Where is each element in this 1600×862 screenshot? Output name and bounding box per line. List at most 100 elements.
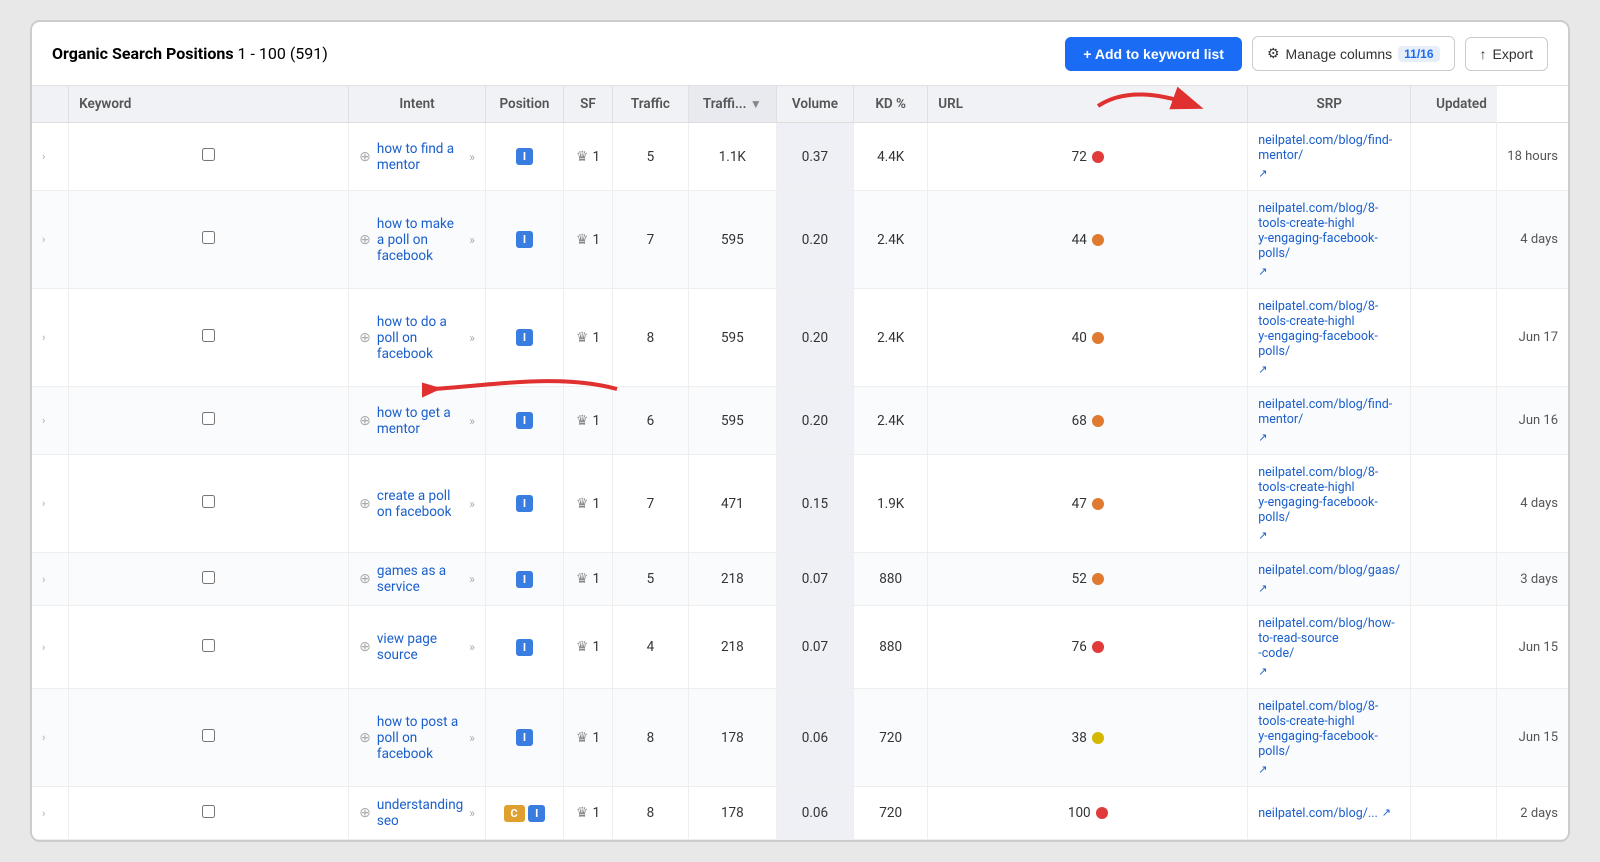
row-checkbox[interactable] bbox=[202, 805, 215, 818]
url-link[interactable]: neilpatel.com/blog/8-tools-create-highly… bbox=[1258, 465, 1400, 525]
keyword-arrows: » bbox=[469, 497, 475, 511]
external-link-icon[interactable]: ↗ bbox=[1258, 167, 1267, 180]
url-link[interactable]: neilpatel.com/blog/how-to-read-source-co… bbox=[1258, 616, 1400, 661]
expand-arrow[interactable]: › bbox=[32, 289, 69, 387]
traffic-pct-cell: 0.06 bbox=[776, 689, 853, 787]
url-cell: neilpatel.com/blog/... ↗ bbox=[1248, 787, 1411, 840]
keyword-link[interactable]: understanding seo bbox=[377, 797, 463, 829]
table-body: › ⊕ how to find a mentor » I ♛ 1 5 1.1K … bbox=[32, 123, 1568, 840]
url-link[interactable]: neilpatel.com/blog/8-tools-create-highly… bbox=[1258, 699, 1400, 759]
keyword-cell: ⊕ view page source » bbox=[349, 606, 486, 689]
url-link[interactable]: neilpatel.com/blog/8-tools-create-highly… bbox=[1258, 201, 1400, 261]
expand-arrow[interactable]: › bbox=[32, 553, 69, 606]
traffic-cell: 595 bbox=[688, 191, 776, 289]
keyword-link[interactable]: view page source bbox=[377, 631, 463, 663]
row-checkbox[interactable] bbox=[202, 729, 215, 742]
position-cell: ♛ 1 bbox=[563, 689, 612, 787]
manage-columns-button[interactable]: ⚙ Manage columns 11/16 bbox=[1252, 36, 1455, 71]
external-link-icon[interactable]: ↗ bbox=[1258, 431, 1267, 444]
external-link-icon[interactable]: ↗ bbox=[1382, 806, 1391, 819]
url-cell: neilpatel.com/blog/gaas/ ↗ bbox=[1248, 553, 1411, 606]
url-link[interactable]: neilpatel.com/blog/8-tools-create-highly… bbox=[1258, 299, 1400, 359]
keyword-link[interactable]: create a poll on facebook bbox=[377, 488, 463, 520]
volume-cell: 2.4K bbox=[854, 387, 928, 455]
intent-cell: I bbox=[485, 191, 563, 289]
expand-arrow[interactable]: › bbox=[32, 123, 69, 191]
table-row: › ⊕ how to get a mentor » I ♛ 1 6 595 0.… bbox=[32, 387, 1568, 455]
intent-cell: I bbox=[485, 289, 563, 387]
row-checkbox[interactable] bbox=[202, 495, 215, 508]
table-container: Keyword Intent Position SF Traffic Traff… bbox=[32, 86, 1568, 840]
table-row: › ⊕ create a poll on facebook » I ♛ 1 7 … bbox=[32, 455, 1568, 553]
crown-icon: ♛ bbox=[576, 496, 589, 512]
url-link[interactable]: neilpatel.com/blog/find-mentor/ bbox=[1258, 397, 1400, 427]
export-button[interactable]: ↑ Export bbox=[1465, 37, 1548, 71]
expand-arrow[interactable]: › bbox=[32, 689, 69, 787]
volume-cell: 2.4K bbox=[854, 191, 928, 289]
keyword-link[interactable]: how to get a mentor bbox=[377, 405, 463, 437]
table-row: › ⊕ understanding seo » C I ♛ 1 8 178 0.… bbox=[32, 787, 1568, 840]
keyword-link[interactable]: how to post a poll on facebook bbox=[377, 714, 463, 762]
url-link[interactable]: neilpatel.com/blog/... bbox=[1258, 806, 1378, 821]
crown-icon: ♛ bbox=[576, 149, 589, 165]
intent-cell: I bbox=[485, 606, 563, 689]
kd-dot bbox=[1092, 732, 1104, 744]
keyword-link[interactable]: games as a service bbox=[377, 563, 463, 595]
crown-icon: ♛ bbox=[576, 413, 589, 429]
external-link-icon[interactable]: ↗ bbox=[1258, 265, 1267, 278]
srp-cell bbox=[1411, 689, 1497, 787]
row-checkbox[interactable] bbox=[202, 639, 215, 652]
table-row: › ⊕ games as a service » I ♛ 1 5 218 0.0… bbox=[32, 553, 1568, 606]
external-link-icon[interactable]: ↗ bbox=[1258, 665, 1267, 678]
keyword-link[interactable]: how to do a poll on facebook bbox=[377, 314, 463, 362]
position-cell: ♛ 1 bbox=[563, 787, 612, 840]
keyword-arrows: » bbox=[469, 414, 475, 428]
keyword-link[interactable]: how to find a mentor bbox=[377, 141, 463, 173]
intent-badge: I bbox=[516, 729, 533, 746]
position-cell: ♛ 1 bbox=[563, 387, 612, 455]
row-checkbox[interactable] bbox=[202, 571, 215, 584]
keyword-cell: ⊕ create a poll on facebook » bbox=[349, 455, 486, 553]
sf-cell: 8 bbox=[612, 289, 688, 387]
updated-cell: Jun 15 bbox=[1497, 606, 1568, 689]
keyword-plus-icon: ⊕ bbox=[359, 639, 371, 655]
expand-arrow[interactable]: › bbox=[32, 191, 69, 289]
updated-cell: 3 days bbox=[1497, 553, 1568, 606]
traffic-cell: 218 bbox=[688, 553, 776, 606]
keyword-plus-icon: ⊕ bbox=[359, 330, 371, 346]
row-checkbox-cell bbox=[69, 387, 349, 455]
add-to-keyword-list-button[interactable]: + Add to keyword list bbox=[1065, 37, 1242, 71]
url-link[interactable]: neilpatel.com/blog/find-mentor/ bbox=[1258, 133, 1400, 163]
external-link-icon[interactable]: ↗ bbox=[1258, 763, 1267, 776]
expand-arrow[interactable]: › bbox=[32, 787, 69, 840]
row-checkbox[interactable] bbox=[202, 231, 215, 244]
traffic-pct-cell: 0.07 bbox=[776, 606, 853, 689]
keyword-plus-icon: ⊕ bbox=[359, 571, 371, 587]
row-checkbox[interactable] bbox=[202, 412, 215, 425]
url-link[interactable]: neilpatel.com/blog/gaas/ bbox=[1258, 563, 1400, 578]
row-checkbox-cell bbox=[69, 787, 349, 840]
updated-cell: Jun 16 bbox=[1497, 387, 1568, 455]
table-row: › ⊕ how to find a mentor » I ♛ 1 5 1.1K … bbox=[32, 123, 1568, 191]
row-checkbox-cell bbox=[69, 191, 349, 289]
expand-arrow[interactable]: › bbox=[32, 387, 69, 455]
row-checkbox-cell bbox=[69, 123, 349, 191]
row-checkbox[interactable] bbox=[202, 329, 215, 342]
traffic-cell: 178 bbox=[688, 787, 776, 840]
intent-badge: I bbox=[516, 148, 533, 165]
external-link-icon[interactable]: ↗ bbox=[1258, 582, 1267, 595]
position-cell: ♛ 1 bbox=[563, 553, 612, 606]
updated-cell: Jun 15 bbox=[1497, 689, 1568, 787]
expand-arrow[interactable]: › bbox=[32, 606, 69, 689]
traffic-pct-cell: 0.37 bbox=[776, 123, 853, 191]
th-intent: Intent bbox=[349, 86, 486, 123]
title-range: 1 - 100 (591) bbox=[238, 44, 328, 63]
external-link-icon[interactable]: ↗ bbox=[1258, 529, 1267, 542]
row-checkbox[interactable] bbox=[202, 148, 215, 161]
external-link-icon[interactable]: ↗ bbox=[1258, 363, 1267, 376]
filter-icon[interactable]: ▼ bbox=[750, 97, 762, 111]
kd-cell: 72 bbox=[928, 123, 1248, 191]
expand-arrow[interactable]: › bbox=[32, 455, 69, 553]
keyword-link[interactable]: how to make a poll on facebook bbox=[377, 216, 463, 264]
keyword-plus-icon: ⊕ bbox=[359, 413, 371, 429]
